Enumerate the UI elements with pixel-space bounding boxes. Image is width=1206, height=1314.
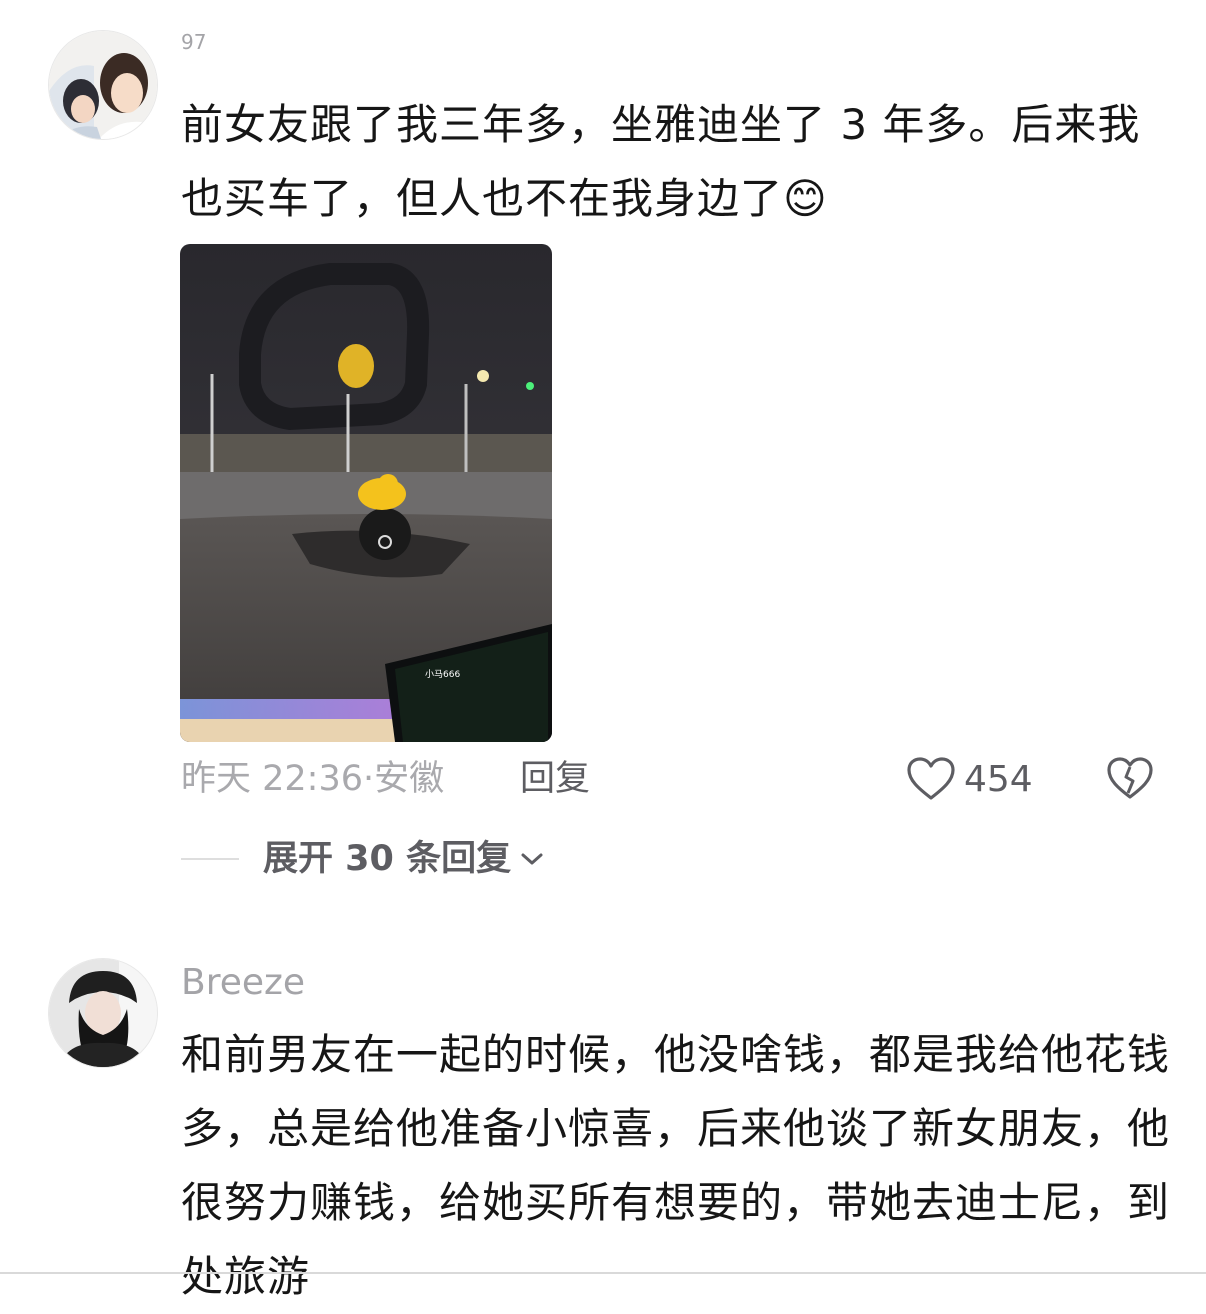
meta-separator: · (363, 759, 375, 799)
comment-photo[interactable]: 小马666 (180, 244, 552, 742)
expand-replies-label: 展开 30 条回复 (263, 839, 512, 879)
divider (181, 858, 239, 860)
like-button[interactable]: 454 (906, 752, 1033, 806)
screen-label: 小马666 (425, 669, 460, 680)
reply-button[interactable]: 回复 (520, 752, 590, 806)
expand-replies-button[interactable]: 展开 30 条回复 (263, 834, 545, 884)
car-night-photo: 小马666 (180, 244, 552, 742)
chevron-down-icon (521, 853, 543, 865)
comment-meta: 昨天 22:36·安徽 (181, 752, 444, 806)
dislike-button[interactable] (1106, 755, 1154, 803)
avatar-image (49, 959, 157, 1067)
comment-location: 安徽 (374, 759, 445, 799)
avatar[interactable] (48, 30, 158, 140)
broken-heart-icon (1107, 757, 1153, 799)
heart-icon (907, 757, 955, 800)
avatar[interactable] (48, 958, 158, 1068)
username[interactable]: 97 (181, 30, 206, 54)
comment-text: 和前男友在一起的时候，他没啥钱，都是我给他花钱多，总是给他准备小惊喜，后来他谈了… (181, 1030, 1171, 1301)
comment-text: 前女友跟了我三年多，坐雅迪坐了 3 年多。后来我也买车了，但人也不在我身边了😊 (181, 100, 1141, 223)
bottom-divider (0, 1272, 1206, 1274)
like-count: 454 (964, 758, 1033, 800)
avatar-image (49, 31, 157, 139)
username[interactable]: Breeze (181, 962, 305, 1003)
comment-time: 昨天 22:36 (181, 759, 363, 799)
